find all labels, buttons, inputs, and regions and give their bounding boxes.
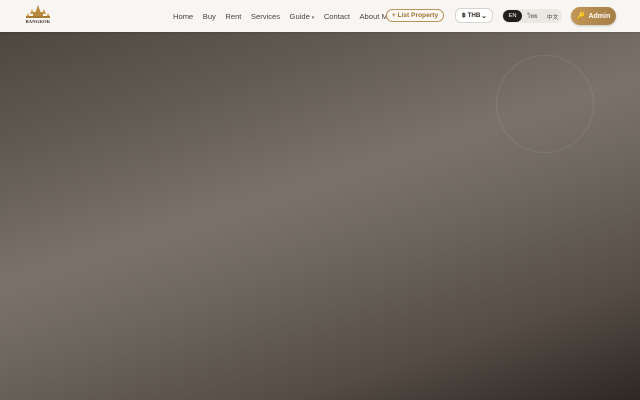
nav-home[interactable]: Home — [173, 12, 193, 21]
nav-buy[interactable]: Buy — [203, 12, 216, 21]
language-switcher: EN ไทย 中文 — [502, 9, 562, 23]
site-header: BANGKOK Home Buy Rent Services Guide ▾ Co… — [0, 0, 640, 32]
admin-button[interactable]: 🔑 Admin — [571, 7, 616, 25]
currency-selected: ฿ THB — [462, 12, 481, 19]
logo-text: BANGKOK — [25, 19, 51, 24]
nav-guide-label: Guide — [289, 11, 310, 21]
bangkok-logo[interactable]: BANGKOK — [24, 5, 52, 27]
decorative-circle — [496, 55, 594, 153]
currency-select[interactable]: ฿ THB ⌄ — [455, 8, 493, 23]
nav-guide[interactable]: Guide ▾ — [290, 12, 315, 21]
nav-services[interactable]: Services — [251, 12, 280, 21]
key-icon: 🔑 — [576, 13, 586, 20]
chevron-down-icon: ▾ — [311, 14, 315, 21]
main-nav: Home Buy Rent Services Guide ▾ Contact Ab… — [173, 0, 402, 32]
nav-rent[interactable]: Rent — [225, 12, 241, 21]
chevron-down-icon: ⌄ — [481, 13, 487, 20]
lang-zh[interactable]: 中文 — [543, 10, 562, 22]
lang-th[interactable]: ไทย — [523, 10, 542, 22]
lang-en[interactable]: EN — [503, 10, 522, 22]
admin-label: Admin — [588, 12, 611, 20]
list-property-button[interactable]: + List Property — [386, 9, 444, 22]
hero-banner — [0, 32, 640, 400]
nav-contact[interactable]: Contact — [324, 12, 350, 21]
